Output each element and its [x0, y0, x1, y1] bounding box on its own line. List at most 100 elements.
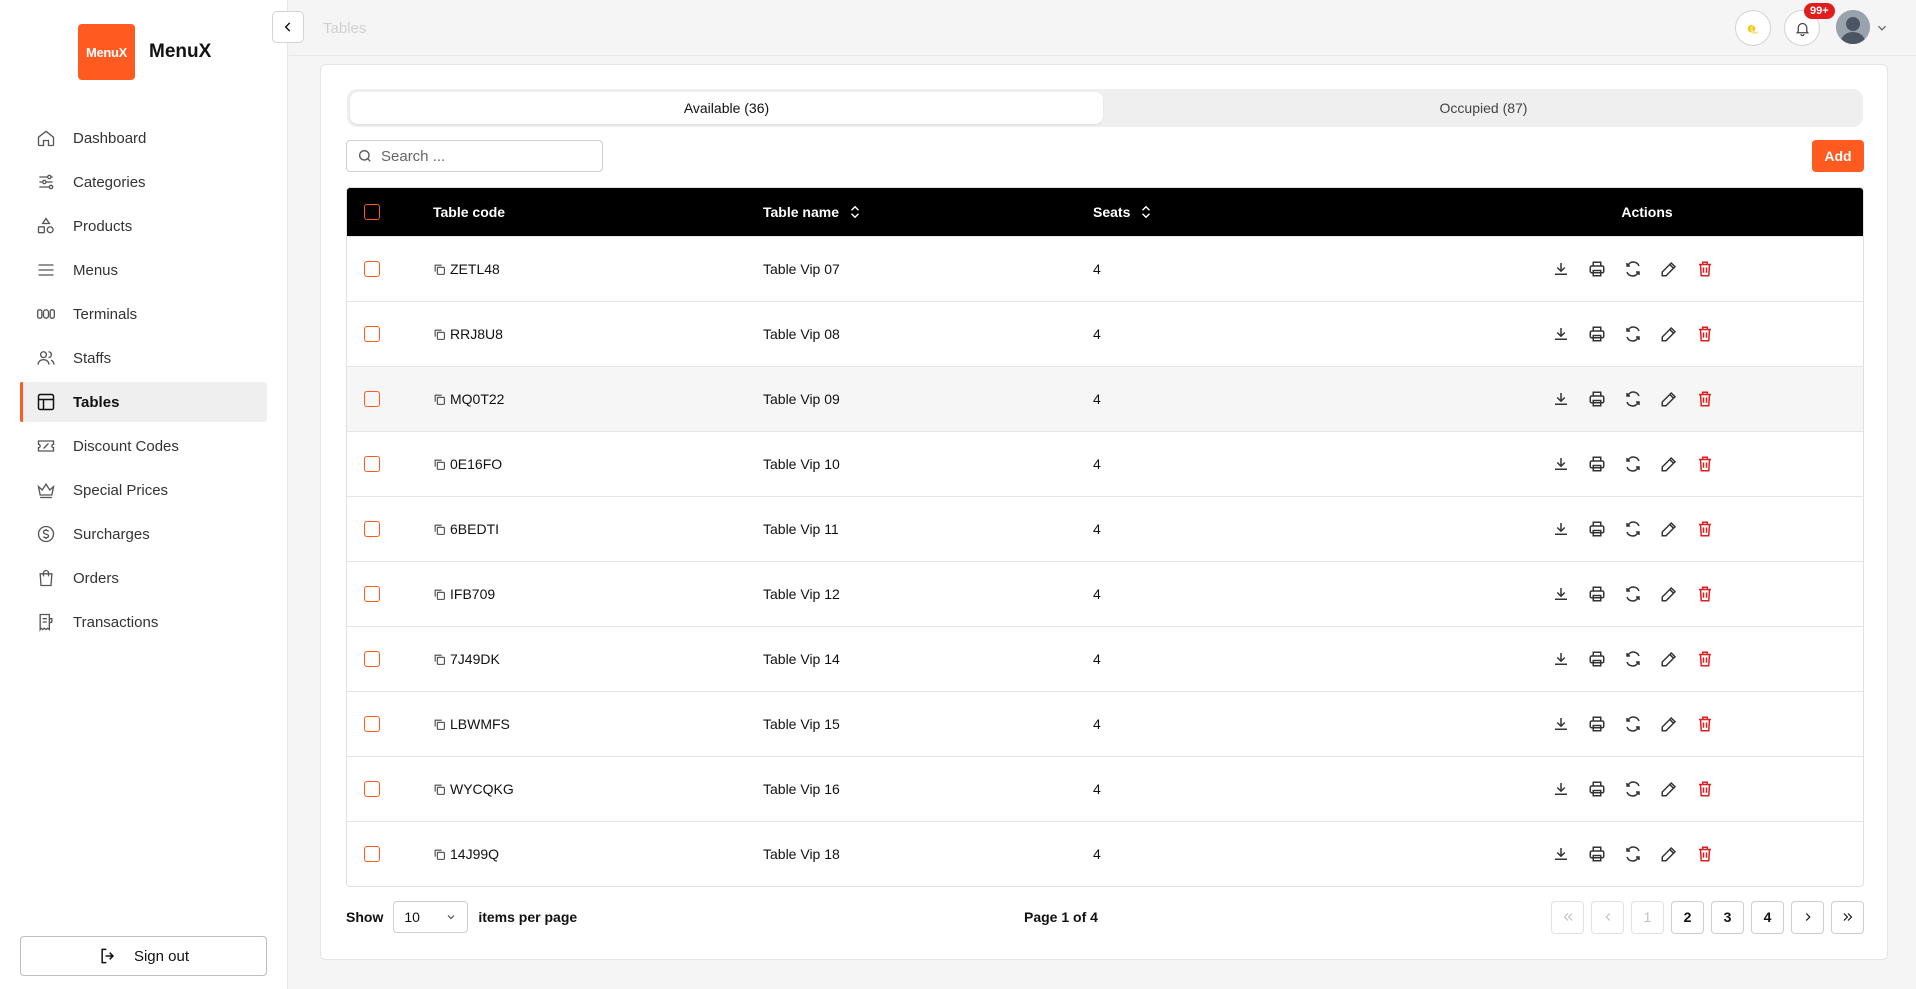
sign-out-button[interactable]: Sign out	[20, 936, 267, 976]
sidebar-item-dashboard[interactable]: Dashboard	[20, 118, 267, 158]
next-page-button[interactable]	[1791, 900, 1824, 934]
theme-toggle-button[interactable]	[1735, 10, 1771, 46]
delete-icon[interactable]	[1696, 325, 1714, 343]
copy-icon[interactable]	[433, 653, 446, 666]
print-icon[interactable]	[1588, 520, 1606, 538]
print-icon[interactable]	[1588, 455, 1606, 473]
delete-icon[interactable]	[1696, 520, 1714, 538]
sidebar-item-menus[interactable]: Menus	[20, 250, 267, 290]
delete-icon[interactable]	[1696, 585, 1714, 603]
column-header-seats[interactable]: Seats	[1093, 204, 1152, 220]
copy-icon[interactable]	[433, 393, 446, 406]
copy-icon[interactable]	[433, 263, 446, 276]
edit-icon[interactable]	[1660, 325, 1678, 343]
sidebar-item-orders[interactable]: Orders	[20, 558, 267, 598]
chevron-down-icon[interactable]	[1875, 21, 1889, 35]
copy-icon[interactable]	[433, 588, 446, 601]
first-page-button[interactable]	[1551, 900, 1584, 934]
edit-icon[interactable]	[1660, 585, 1678, 603]
delete-icon[interactable]	[1696, 390, 1714, 408]
edit-icon[interactable]	[1660, 455, 1678, 473]
copy-icon[interactable]	[433, 523, 446, 536]
edit-icon[interactable]	[1660, 715, 1678, 733]
select-all-checkbox[interactable]	[364, 204, 380, 220]
page-button-2[interactable]: 2	[1671, 900, 1704, 934]
print-icon[interactable]	[1588, 325, 1606, 343]
download-icon[interactable]	[1552, 845, 1570, 863]
delete-icon[interactable]	[1696, 780, 1714, 798]
download-icon[interactable]	[1552, 455, 1570, 473]
row-checkbox[interactable]	[364, 521, 380, 537]
sidebar-item-terminals[interactable]: Terminals	[20, 294, 267, 334]
edit-icon[interactable]	[1660, 780, 1678, 798]
refresh-icon[interactable]	[1624, 780, 1642, 798]
sidebar-item-categories[interactable]: Categories	[20, 162, 267, 202]
refresh-icon[interactable]	[1624, 715, 1642, 733]
refresh-icon[interactable]	[1624, 845, 1642, 863]
print-icon[interactable]	[1588, 780, 1606, 798]
row-checkbox[interactable]	[364, 716, 380, 732]
copy-icon[interactable]	[433, 458, 446, 471]
sidebar-item-products[interactable]: Products	[20, 206, 267, 246]
print-icon[interactable]	[1588, 260, 1606, 278]
page-button-3[interactable]: 3	[1711, 900, 1744, 934]
page-button-4[interactable]: 4	[1751, 900, 1784, 934]
row-checkbox[interactable]	[364, 586, 380, 602]
search-input[interactable]	[381, 147, 591, 165]
edit-icon[interactable]	[1660, 845, 1678, 863]
download-icon[interactable]	[1552, 780, 1570, 798]
print-icon[interactable]	[1588, 585, 1606, 603]
delete-icon[interactable]	[1696, 845, 1714, 863]
sidebar-item-surcharges[interactable]: Surcharges	[20, 514, 267, 554]
row-checkbox[interactable]	[364, 456, 380, 472]
copy-icon[interactable]	[433, 783, 446, 796]
row-checkbox[interactable]	[364, 781, 380, 797]
download-icon[interactable]	[1552, 260, 1570, 278]
row-checkbox[interactable]	[364, 846, 380, 862]
row-checkbox[interactable]	[364, 391, 380, 407]
download-icon[interactable]	[1552, 325, 1570, 343]
row-checkbox[interactable]	[364, 651, 380, 667]
print-icon[interactable]	[1588, 715, 1606, 733]
sidebar-item-special-prices[interactable]: Special Prices	[20, 470, 267, 510]
tab-occupied[interactable]: Occupied (87)	[1107, 92, 1860, 124]
column-header-name[interactable]: Table name	[763, 204, 861, 220]
print-icon[interactable]	[1588, 650, 1606, 668]
sidebar-item-transactions[interactable]: Transactions	[20, 602, 267, 642]
edit-icon[interactable]	[1660, 520, 1678, 538]
avatar[interactable]	[1836, 10, 1870, 44]
sidebar-item-staffs[interactable]: Staffs	[20, 338, 267, 378]
download-icon[interactable]	[1552, 650, 1570, 668]
collapse-sidebar-button[interactable]	[272, 11, 304, 43]
delete-icon[interactable]	[1696, 455, 1714, 473]
download-icon[interactable]	[1552, 715, 1570, 733]
refresh-icon[interactable]	[1624, 390, 1642, 408]
delete-icon[interactable]	[1696, 650, 1714, 668]
print-icon[interactable]	[1588, 845, 1606, 863]
brand[interactable]: MenuX MenuX	[78, 24, 211, 80]
copy-icon[interactable]	[433, 328, 446, 341]
page-button-1[interactable]: 1	[1631, 900, 1664, 934]
add-button[interactable]: Add	[1812, 140, 1864, 172]
tab-available[interactable]: Available (36)	[350, 92, 1103, 124]
row-checkbox[interactable]	[364, 261, 380, 277]
last-page-button[interactable]	[1831, 900, 1864, 934]
row-checkbox[interactable]	[364, 326, 380, 342]
per-page-select[interactable]: 10	[393, 901, 469, 933]
sidebar-item-discount-codes[interactable]: Discount Codes	[20, 426, 267, 466]
refresh-icon[interactable]	[1624, 455, 1642, 473]
download-icon[interactable]	[1552, 585, 1570, 603]
edit-icon[interactable]	[1660, 260, 1678, 278]
copy-icon[interactable]	[433, 848, 446, 861]
refresh-icon[interactable]	[1624, 260, 1642, 278]
delete-icon[interactable]	[1696, 715, 1714, 733]
refresh-icon[interactable]	[1624, 650, 1642, 668]
copy-icon[interactable]	[433, 718, 446, 731]
prev-page-button[interactable]	[1591, 900, 1624, 934]
download-icon[interactable]	[1552, 390, 1570, 408]
edit-icon[interactable]	[1660, 390, 1678, 408]
edit-icon[interactable]	[1660, 650, 1678, 668]
download-icon[interactable]	[1552, 520, 1570, 538]
sidebar-item-tables[interactable]: Tables	[20, 382, 267, 422]
delete-icon[interactable]	[1696, 260, 1714, 278]
